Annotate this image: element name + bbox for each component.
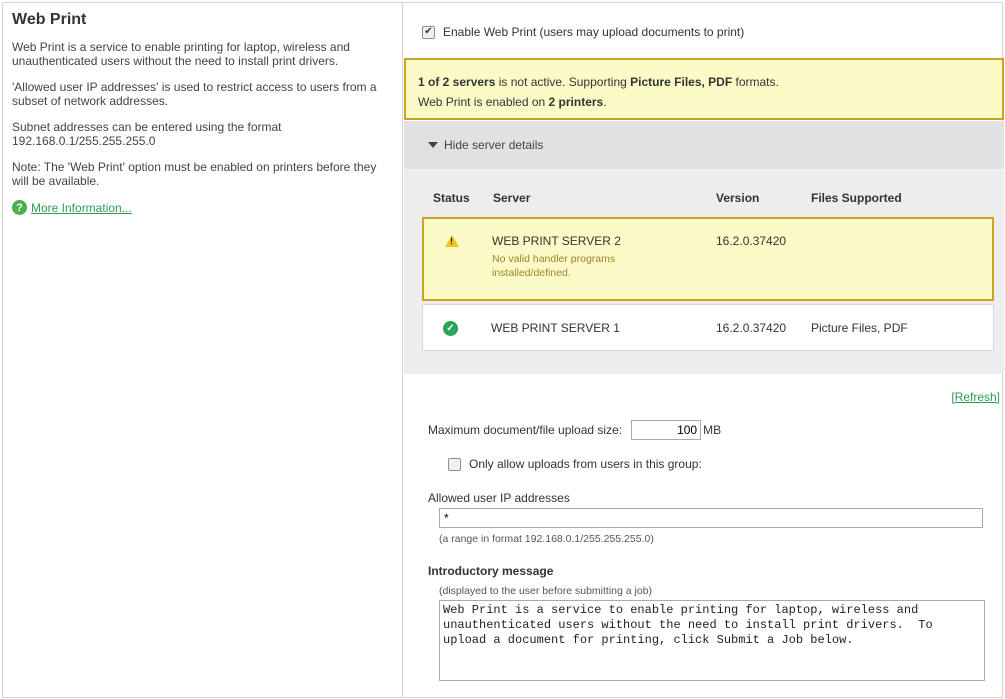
not-active-text: is not active. Supporting [495, 75, 631, 89]
toggle-label: Hide server details [444, 138, 544, 152]
column-status: Status [433, 191, 470, 205]
subnet-format-paragraph: Subnet addresses can be entered using th… [12, 120, 282, 148]
enabled-suffix: . [603, 95, 607, 109]
upload-size-row: Maximum document/file upload size: MB [428, 420, 721, 440]
server-version: 16.2.0.37420 [716, 321, 787, 335]
status-alert: 1 of 2 servers is not active. Supporting… [404, 58, 1004, 120]
servers-count: 1 of 2 servers [418, 75, 496, 89]
server-name: WEB PRINT SERVER 1 [491, 321, 620, 335]
allowed-ip-hint: (a range in format 192.168.0.1/255.255.2… [439, 533, 654, 545]
server-note: No valid handler programs installed/defi… [492, 253, 616, 279]
upload-size-label: Maximum document/file upload size: [428, 423, 623, 437]
alert-line-servers: 1 of 2 servers is not active. Supporting… [418, 72, 990, 92]
server-details: Hide server details Status Server Versio… [404, 121, 1004, 374]
more-information-link[interactable]: More Information... [31, 201, 132, 215]
web-print-settings-panel: Web Print Web Print is a service to enab… [2, 2, 1004, 698]
upload-size-input[interactable] [631, 420, 702, 440]
page-title: Web Print [12, 11, 87, 28]
intro-message-textarea[interactable]: Web Print is a service to enable printin… [439, 600, 985, 681]
check-circle-icon: ✓ [443, 321, 458, 336]
group-restriction-option[interactable]: Only allow uploads from users in this gr… [448, 457, 702, 471]
warning-icon [445, 235, 459, 247]
printers-count: 2 printers [548, 95, 604, 109]
enable-web-print-checkbox[interactable]: ✔ [422, 25, 435, 39]
description-panel: Web Print Web Print is a service to enab… [3, 3, 403, 697]
description-paragraph: Web Print is a service to enable printin… [12, 40, 350, 68]
enable-web-print-label: Enable Web Print (users may upload docum… [443, 25, 745, 39]
upload-size-unit: MB [703, 423, 722, 437]
intro-message-label: Introductory message [428, 564, 554, 578]
ip-description-paragraph: 'Allowed user IP addresses' is used to r… [12, 80, 377, 108]
triangle-down-icon [428, 142, 438, 148]
column-version: Version [716, 191, 760, 205]
hide-server-details-toggle[interactable]: Hide server details [404, 121, 1004, 169]
column-files-supported: Files Supported [811, 191, 902, 205]
server-version: 16.2.0.37420 [716, 234, 787, 248]
formats-suffix: formats. [732, 75, 779, 89]
supported-formats: Picture Files, PDF [630, 75, 733, 89]
enabled-prefix: Web Print is enabled on [418, 95, 549, 109]
enable-web-print-option[interactable]: ✔ Enable Web Print (users may upload doc… [422, 25, 744, 39]
alert-line-printers: Web Print is enabled on 2 printers. [418, 92, 990, 112]
table-row: ✓ WEB PRINT SERVER 1 16.2.0.37420 Pictur… [422, 304, 994, 351]
more-information[interactable]: ? More Information... [12, 200, 393, 215]
allowed-ip-label: Allowed user IP addresses [428, 491, 570, 505]
group-restriction-label: Only allow uploads from users in this gr… [469, 457, 702, 471]
server-files: Picture Files, PDF [811, 321, 908, 335]
server-name: WEB PRINT SERVER 2 [492, 234, 621, 248]
intro-message-hint: (displayed to the user before submitting… [439, 585, 653, 597]
refresh-link[interactable]: [Refresh] [951, 390, 1000, 404]
note-paragraph: Note: The 'Web Print' option must be ena… [12, 160, 377, 188]
table-row: WEB PRINT SERVER 2 No valid handler prog… [422, 217, 994, 301]
group-restriction-checkbox[interactable] [448, 457, 461, 471]
allowed-ip-input[interactable] [439, 508, 983, 528]
column-server: Server [493, 191, 531, 205]
help-icon: ? [12, 200, 27, 215]
settings-panel: ✔ Enable Web Print (users may upload doc… [404, 3, 1004, 697]
